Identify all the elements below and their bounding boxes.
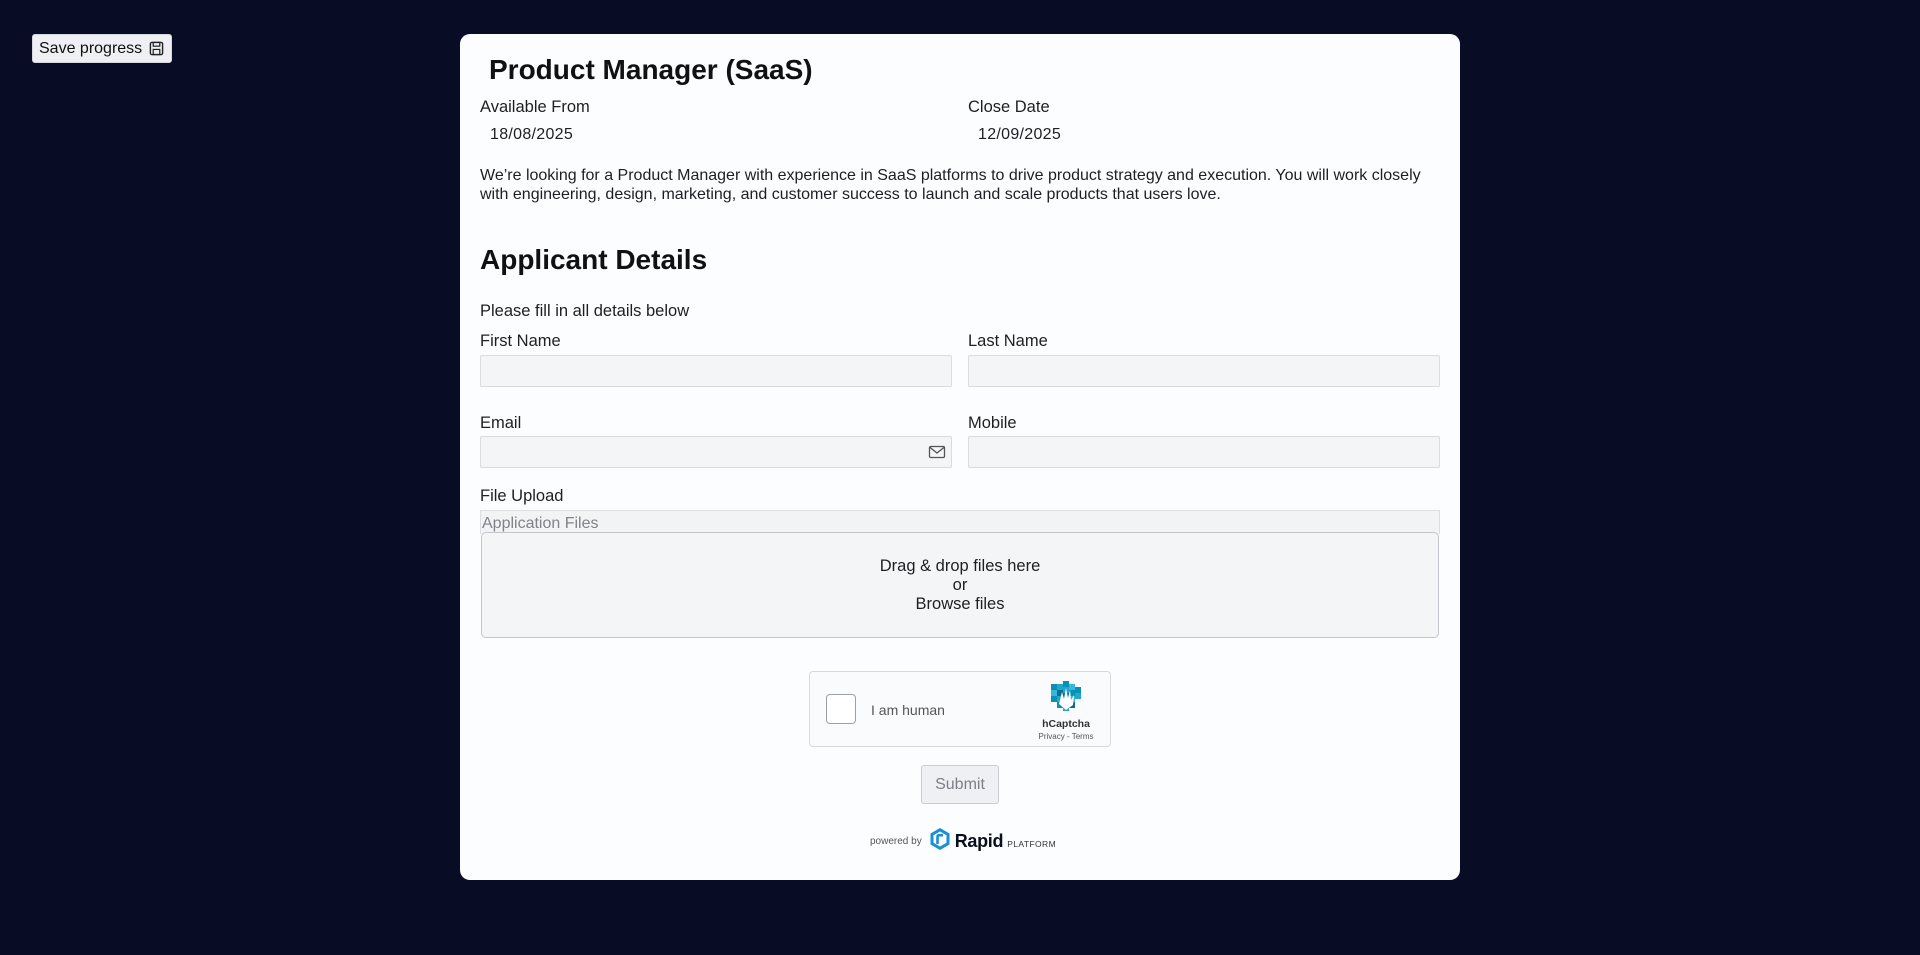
file-dropzone[interactable]: Drag & drop files here or Browse files [481,532,1439,638]
browse-files-link[interactable]: Browse files [482,595,1438,614]
rapid-brand-name: Rapid [954,830,1004,851]
powered-by-footer: powered by Rapid PLATFORM [870,827,1057,856]
available-from-value: 18/08/2025 [490,126,574,143]
captcha-checkbox[interactable] [826,694,856,724]
mobile-field[interactable] [968,436,1440,468]
email-label: Email [480,414,522,432]
captcha-privacy-terms-links[interactable]: Privacy - Terms [1036,732,1096,741]
or-text: or [952,576,968,594]
powered-by-text: powered by [870,835,922,847]
first-name-field[interactable] [480,355,952,387]
form-instructions: Please fill in all details below [480,302,690,320]
hcaptcha-hand-icon [1051,681,1081,711]
job-title: Product Manager (SaaS) [489,54,813,85]
platform-brand-suffix: PLATFORM [1007,838,1057,849]
captcha-label: I am human [871,702,945,718]
mobile-label: Mobile [968,414,1017,432]
application-form-card: Product Manager (SaaS) Available From 18… [460,34,1460,880]
application-files-heading: Application Files [480,510,1440,534]
drag-drop-text: Drag & drop files here [879,557,1041,575]
close-date-label: Close Date [968,98,1050,116]
last-name-field[interactable] [968,355,1440,387]
envelope-icon [928,444,946,465]
close-date-value: 12/09/2025 [978,126,1062,143]
rapid-logo-icon [929,827,951,856]
first-name-label: First Name [480,332,561,350]
job-description: We’re looking for a Product Manager with… [480,167,1421,203]
available-from-label: Available From [480,98,590,116]
file-upload-label: File Upload [480,487,564,505]
hcaptcha-widget: I am human hCaptcha Privacy - Terms [809,671,1111,747]
submit-button[interactable]: Submit [921,765,999,804]
email-field[interactable] [480,436,952,468]
hcaptcha-brand: hCaptcha [1042,718,1090,730]
floppy-disk-icon [149,41,164,56]
save-progress-label: Save progress [39,39,143,57]
last-name-label: Last Name [968,332,1048,350]
save-progress-button[interactable]: Save progress [32,34,173,63]
applicant-details-heading: Applicant Details [480,244,708,275]
hcaptcha-logo: hCaptcha Privacy - Terms [1036,680,1096,741]
